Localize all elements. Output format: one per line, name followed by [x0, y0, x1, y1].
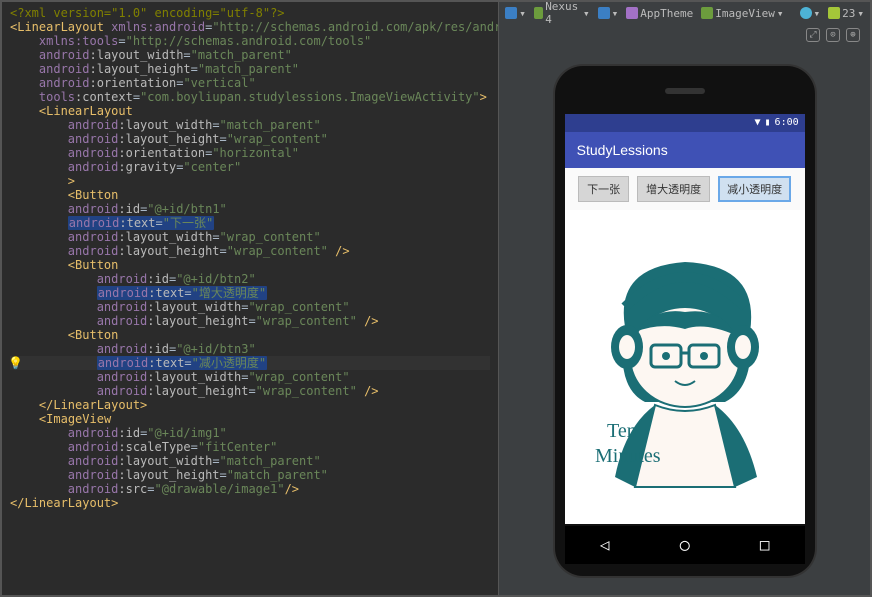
device-selector[interactable]: Nexus 4▾ — [534, 0, 590, 26]
theme-selector[interactable]: AppTheme — [626, 7, 693, 20]
svg-text:Ten: Ten — [607, 420, 637, 442]
preview-toolbar: ▾ Nexus 4▾ ▾ AppTheme ImageView▾ ▾ 23▾ — [499, 2, 870, 24]
preview-pane: ▾ Nexus 4▾ ▾ AppTheme ImageView▾ ▾ 23▾ ⤢… — [499, 2, 870, 595]
image-view: Ten Minutes — [565, 210, 805, 524]
cartoon-image: Ten Minutes — [585, 237, 785, 497]
home-icon[interactable]: ◯ — [680, 535, 690, 554]
prev-button[interactable]: 下一张 — [578, 176, 629, 202]
button-row: 下一张 增大透明度 减小透明度 — [565, 168, 805, 210]
device-screen: ▼ ▮ 6:00 StudyLessions 下一张 增大透明度 减小透明度 — [565, 114, 805, 524]
view-selector[interactable]: ImageView▾ — [701, 7, 783, 20]
api-selector[interactable]: 23▾ — [828, 7, 864, 20]
status-bar: ▼ ▮ 6:00 — [565, 114, 805, 132]
locale-selector[interactable]: ▾ — [800, 7, 821, 20]
zoom-in-icon[interactable]: ⊕ — [846, 28, 860, 42]
recents-icon[interactable]: □ — [760, 535, 770, 554]
xml-declaration: <?xml version="1.0" encoding="utf-8"?> — [10, 6, 285, 20]
lightbulb-icon[interactable]: 💡 — [8, 356, 20, 368]
battery-icon: ▮ — [765, 117, 771, 128]
android-nav-bar: ◁ ◯ □ — [565, 526, 805, 564]
app-bar: StudyLessions — [565, 132, 805, 168]
xml-editor[interactable]: <?xml version="1.0" encoding="utf-8"?> <… — [2, 2, 499, 595]
svg-text:Minutes: Minutes — [595, 445, 661, 467]
increase-opacity-button[interactable]: 增大透明度 — [637, 176, 710, 202]
back-icon[interactable]: ◁ — [600, 535, 610, 554]
decrease-opacity-button[interactable]: 减小透明度 — [718, 176, 791, 202]
wifi-icon: ▼ — [754, 117, 760, 128]
device-frame: ▼ ▮ 6:00 StudyLessions 下一张 增大透明度 减小透明度 — [555, 66, 815, 576]
orientation-icon[interactable]: ▾ — [598, 7, 619, 20]
zoom-actual-icon[interactable]: ⊙ — [826, 28, 840, 42]
clock-text: 6:00 — [775, 117, 799, 128]
app-title: StudyLessions — [577, 142, 668, 158]
phone-speaker — [665, 88, 705, 94]
refresh-icon[interactable]: ▾ — [505, 7, 526, 20]
zoom-fit-icon[interactable]: ⤢ — [806, 28, 820, 42]
